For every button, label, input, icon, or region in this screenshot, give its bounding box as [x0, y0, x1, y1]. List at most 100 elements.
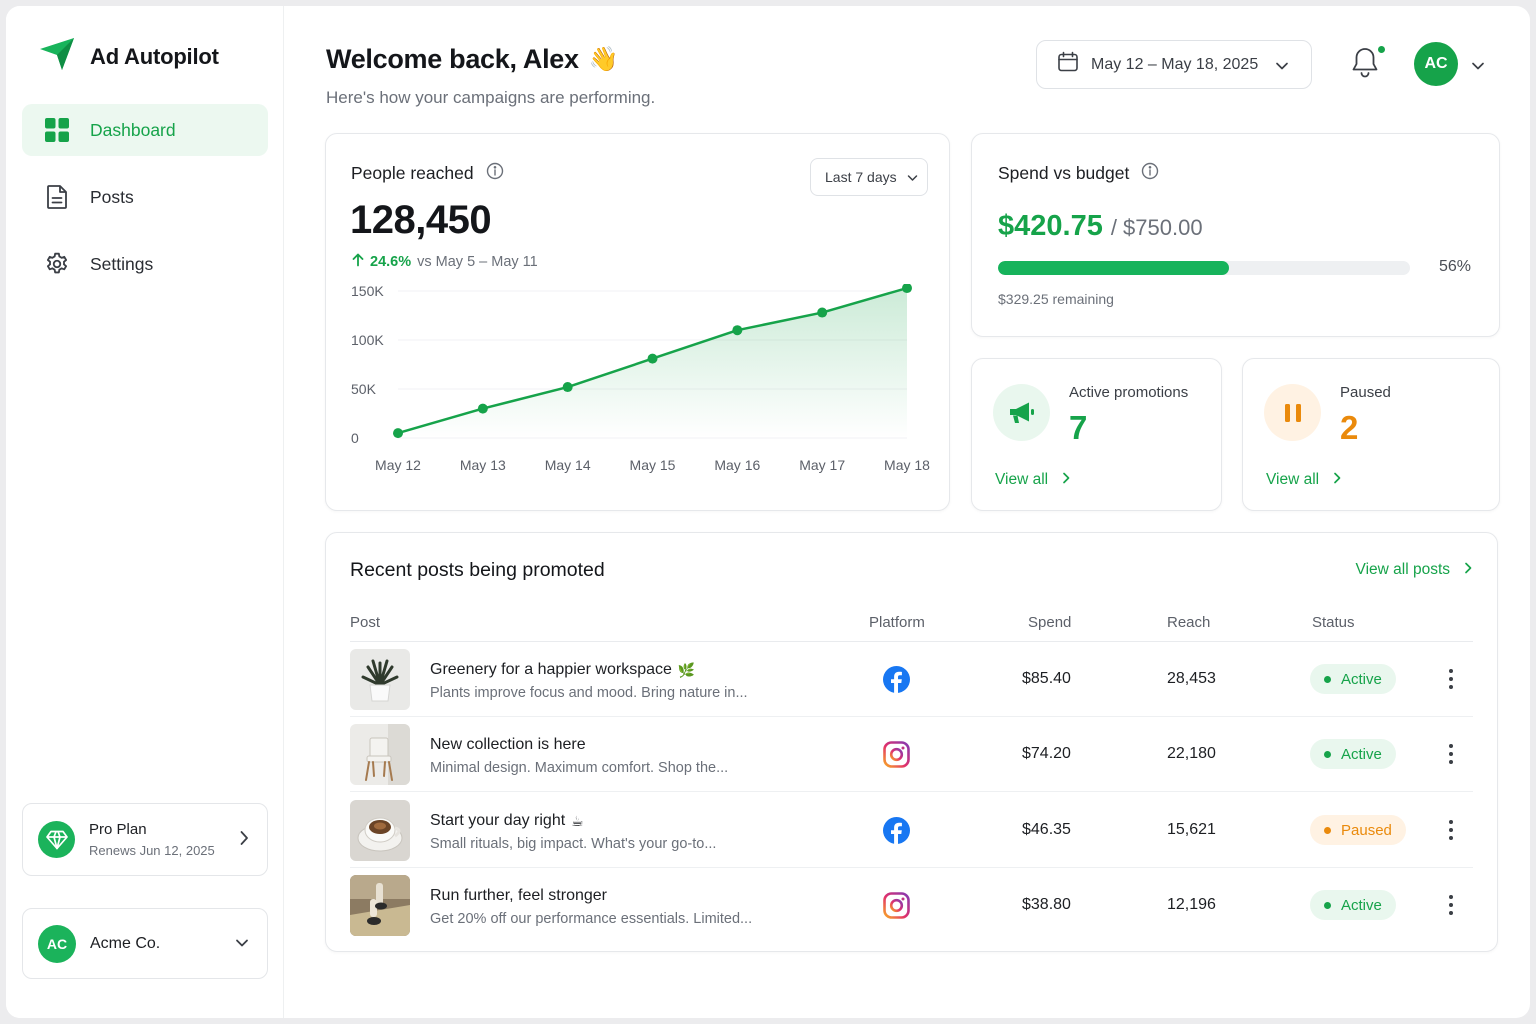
- x-tick-label: May 15: [630, 457, 676, 473]
- view-all-paused-link[interactable]: View all: [1266, 471, 1341, 489]
- diamond-icon: [38, 821, 75, 858]
- instagram-icon: [883, 892, 910, 919]
- budget-remaining: $329.25 remaining: [998, 291, 1114, 307]
- sidebar-item-settings[interactable]: Settings: [22, 238, 268, 290]
- notification-dot: [1377, 45, 1386, 54]
- waving-hand-icon: 👋: [588, 46, 619, 73]
- column-header-status: Status: [1312, 614, 1355, 631]
- welcome-text: Welcome back, Alex: [326, 44, 579, 74]
- budget-total: / $750.00: [1110, 215, 1203, 240]
- post-description: Plants improve focus and mood. Bring nat…: [430, 685, 748, 701]
- view-all-posts-label: View all posts: [1355, 561, 1450, 578]
- view-all-label: View all: [1266, 471, 1320, 488]
- chevron-right-icon: [1062, 471, 1070, 489]
- spent-amount: $420.75: [998, 210, 1103, 242]
- app-window: Ad Autopilot Dashboard Posts Settings Pr…: [6, 6, 1530, 1018]
- plan-renewal: Renews Jun 12, 2025: [89, 843, 215, 858]
- view-all-label: View all: [995, 471, 1049, 488]
- table-row[interactable]: Greenery for a happier workspace 🌿 Plant…: [350, 642, 1473, 717]
- post-thumbnail-runner: [350, 875, 410, 936]
- view-all-active-link[interactable]: View all: [995, 471, 1070, 489]
- table-row[interactable]: Run further, feel stronger Get 20% off o…: [350, 868, 1473, 943]
- megaphone-icon: [993, 384, 1050, 441]
- calendar-icon: [1057, 51, 1079, 78]
- status-label: Active: [1341, 670, 1382, 688]
- row-divider: [350, 791, 1473, 792]
- document-icon: [44, 184, 70, 210]
- spend-vs-budget-title: Spend vs budget: [998, 163, 1130, 183]
- status-badge: Paused: [1310, 815, 1406, 845]
- data-point: [732, 325, 743, 336]
- reach-change-comparison: vs May 5 – May 11: [417, 254, 538, 270]
- post-description: Get 20% off our performance essentials. …: [430, 911, 753, 927]
- status-dot: [1324, 675, 1331, 683]
- brand[interactable]: Ad Autopilot: [38, 36, 219, 77]
- info-icon[interactable]: [486, 162, 504, 185]
- card-title: People reached: [351, 162, 504, 185]
- post-spend: $74.20: [1022, 745, 1071, 762]
- paper-plane-logo-icon: [38, 36, 76, 77]
- more-options-icon[interactable]: [1446, 664, 1456, 694]
- chevron-right-icon: [1333, 471, 1341, 489]
- paused-label: Paused: [1340, 384, 1391, 401]
- chevron-down-icon[interactable]: [1471, 58, 1485, 76]
- view-all-posts-link[interactable]: View all posts: [1356, 561, 1472, 579]
- paused-promotions-card: Paused 2 View all: [1242, 358, 1500, 511]
- instagram-icon: [883, 741, 910, 768]
- org-avatar: AC: [38, 924, 76, 963]
- active-promotions-label: Active promotions: [1069, 384, 1189, 401]
- plan-card[interactable]: Pro Plan Renews Jun 12, 2025: [22, 803, 268, 876]
- post-title: Start your day right ☕: [430, 812, 584, 830]
- post-title-text: Start your day right: [430, 812, 566, 829]
- more-options-icon[interactable]: [1446, 739, 1456, 769]
- date-range-label: May 12 – May 18, 2025: [1091, 55, 1259, 73]
- post-reach: 15,621: [1167, 821, 1216, 838]
- x-tick-label: May 16: [714, 457, 760, 473]
- date-range-picker[interactable]: May 12 – May 18, 2025: [1036, 40, 1312, 89]
- people-reached-total: 128,450: [350, 198, 492, 242]
- post-spend: $46.35: [1022, 821, 1071, 838]
- chevron-down-icon: [907, 169, 918, 185]
- people-reached-card: People reached Last 7 days 128,450 24.6%…: [325, 133, 950, 511]
- recent-posts-card: Recent posts being promoted View all pos…: [325, 532, 1498, 952]
- sidebar: Ad Autopilot Dashboard Posts Settings Pr…: [6, 6, 284, 1018]
- people-reached-title: People reached: [351, 163, 474, 183]
- brand-name: Ad Autopilot: [90, 43, 219, 69]
- sidebar-item-dashboard[interactable]: Dashboard: [22, 104, 268, 156]
- chevron-right-icon: [239, 830, 249, 851]
- table-row[interactable]: Start your day right ☕ Small rituals, bi…: [350, 793, 1473, 868]
- pause-icon: [1264, 384, 1321, 441]
- organization-switcher[interactable]: AC Acme Co.: [22, 908, 268, 979]
- time-range-label: Last 7 days: [825, 169, 897, 185]
- sidebar-item-posts[interactable]: Posts: [22, 171, 268, 223]
- herb-emoji-icon: 🌿: [677, 661, 696, 678]
- reach-change-percent: 24.6%: [370, 254, 412, 270]
- info-icon[interactable]: [1141, 162, 1159, 185]
- more-options-icon[interactable]: [1446, 890, 1456, 920]
- budget-progress-bar: [998, 261, 1410, 275]
- data-point: [477, 403, 488, 414]
- x-tick-label: May 18: [884, 457, 930, 473]
- user-avatar[interactable]: AC: [1414, 42, 1458, 86]
- chevron-right-icon: [1464, 561, 1472, 579]
- post-spend: $38.80: [1022, 896, 1071, 913]
- sidebar-nav: Dashboard Posts Settings: [22, 104, 268, 305]
- y-tick-label: 0: [351, 430, 359, 446]
- active-promotions-count: 7: [1069, 409, 1088, 446]
- page-subtitle: Here's how your campaigns are performing…: [326, 88, 656, 107]
- status-label: Active: [1341, 745, 1382, 763]
- status-badge: Active: [1310, 890, 1396, 920]
- y-tick-label: 50K: [351, 381, 377, 397]
- column-header-reach: Reach: [1167, 614, 1211, 631]
- time-range-dropdown[interactable]: Last 7 days: [810, 158, 928, 196]
- status-dot: [1324, 901, 1331, 909]
- post-thumbnail-coffee: [350, 800, 410, 861]
- gear-icon: [44, 251, 70, 277]
- dashboard-grid-icon: [44, 117, 70, 143]
- more-options-icon[interactable]: [1446, 815, 1456, 845]
- page-title: Welcome back, Alex 👋: [326, 44, 619, 75]
- status-badge: Active: [1310, 739, 1396, 769]
- table-row[interactable]: New collection is here Minimal design. M…: [350, 717, 1473, 792]
- notification-bell-icon[interactable]: [1350, 46, 1380, 83]
- coffee-emoji-icon: ☕: [571, 812, 584, 829]
